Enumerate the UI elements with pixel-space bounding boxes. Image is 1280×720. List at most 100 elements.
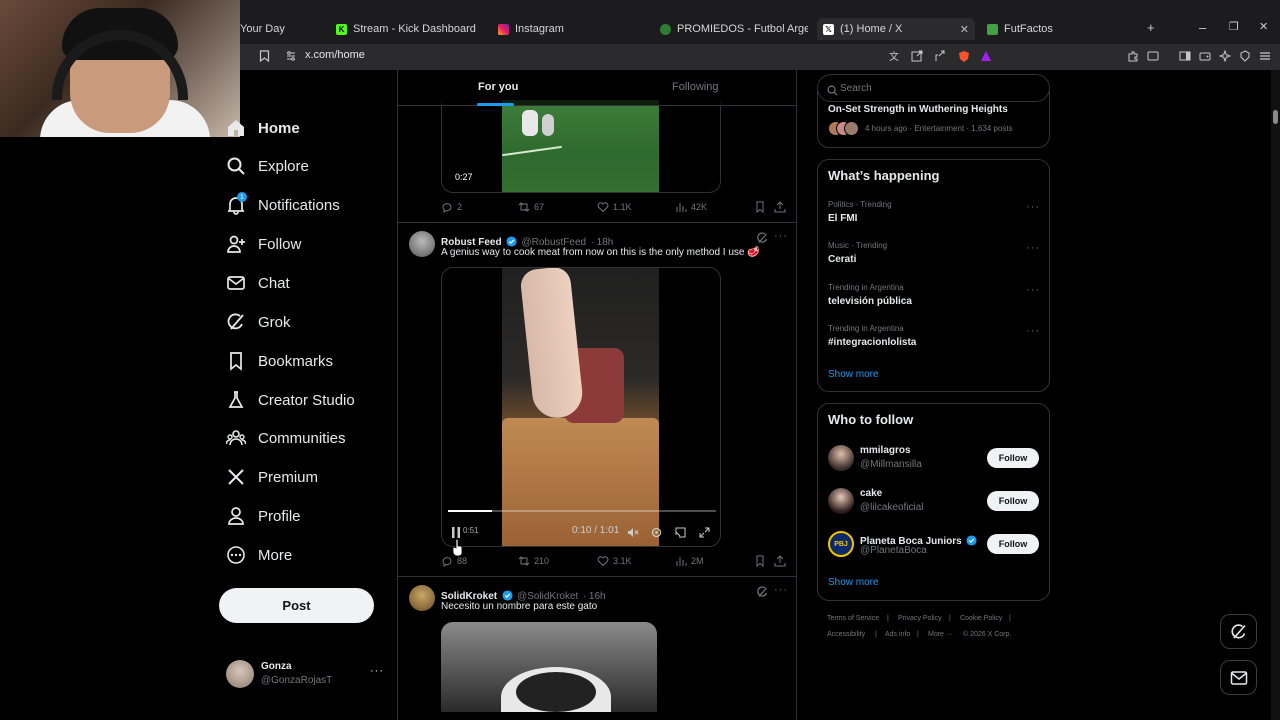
tweet-image[interactable] [441, 622, 657, 712]
nav-creator-studio[interactable]: Creator Studio [226, 387, 355, 413]
news-card[interactable] [817, 92, 1050, 148]
picture-in-picture-icon[interactable] [675, 525, 686, 543]
grok-fab-button[interactable] [1220, 614, 1257, 649]
post-button[interactable]: Post [219, 588, 374, 623]
account-switcher[interactable]: Gonza @GonzaRojasT ··· [226, 659, 386, 689]
tab-instagram[interactable]: Instagram [498, 18, 648, 40]
brave-shield-icon[interactable] [958, 50, 970, 66]
settings-icon[interactable] [651, 525, 662, 543]
nav-grok[interactable]: Grok [226, 309, 291, 335]
follow-button[interactable]: Follow [987, 448, 1039, 468]
section-title: Who to follow [828, 412, 914, 427]
footer-link-privacy[interactable]: Privacy Policy [898, 615, 942, 622]
footer-link-ads-info[interactable]: Ads info [885, 631, 910, 638]
suggested-user-handle[interactable]: @Millmansilla [860, 459, 922, 470]
show-more-trends-link[interactable]: Show more [828, 369, 879, 380]
extensions-icon[interactable] [1127, 50, 1139, 65]
trend-more-icon[interactable]: ··· [1026, 284, 1040, 296]
footer-link-more[interactable]: More ··· [928, 631, 953, 638]
share-icon[interactable] [934, 50, 946, 65]
bookmark-page-icon[interactable] [259, 50, 270, 65]
tweet-more-icon[interactable]: ··· [774, 230, 788, 242]
messages-fab-button[interactable] [1220, 660, 1257, 695]
nav-more[interactable]: More [226, 542, 292, 568]
scrollbar-thumb[interactable] [1273, 110, 1278, 124]
avatar[interactable] [409, 231, 435, 257]
nav-explore[interactable]: Explore [226, 153, 309, 179]
footer-link-terms[interactable]: Terms of Service [827, 615, 879, 622]
wallet-extension-icon[interactable] [1147, 50, 1159, 65]
views-button[interactable]: 42K [675, 201, 707, 213]
tab-following[interactable]: Following [672, 81, 718, 93]
avatar[interactable] [828, 445, 854, 471]
trend-more-icon[interactable]: ··· [1026, 325, 1040, 337]
page-scrollbar[interactable] [1271, 70, 1280, 720]
open-external-icon[interactable] [911, 50, 923, 65]
repost-button[interactable]: 67 [518, 201, 544, 213]
nav-chat[interactable]: Chat [226, 270, 290, 296]
trend-more-icon[interactable]: ··· [1026, 242, 1040, 254]
wallet-icon[interactable] [1199, 50, 1211, 65]
share-button[interactable] [774, 201, 790, 213]
trend-more-icon[interactable]: ··· [1026, 201, 1040, 213]
follow-button[interactable]: Follow [987, 491, 1039, 511]
restore-button[interactable]: ❐ [1229, 20, 1239, 33]
follow-button[interactable]: Follow [987, 534, 1039, 554]
account-menu-icon[interactable]: ··· [370, 665, 384, 677]
site-info-icon[interactable] [285, 50, 297, 65]
reply-button[interactable]: 88 [441, 555, 467, 567]
avatar[interactable] [828, 488, 854, 514]
video-progress-track[interactable] [448, 510, 716, 512]
avatar[interactable] [409, 585, 435, 611]
mute-icon[interactable] [627, 525, 639, 543]
field-line [502, 145, 562, 157]
tab-your-day[interactable]: Your Day [240, 18, 320, 40]
views-button[interactable]: 2M [675, 555, 704, 567]
footer-link-cookie[interactable]: Cookie Policy [960, 615, 1002, 622]
nav-bookmarks[interactable]: Bookmarks [226, 348, 333, 374]
bookmark-button[interactable] [754, 555, 770, 567]
suggested-user-name[interactable]: mmilagros [860, 445, 911, 456]
window-close-button[interactable]: ✕ [1259, 20, 1268, 33]
suggested-user-handle[interactable]: @PlanetaBoca [860, 545, 927, 556]
show-more-follow-link[interactable]: Show more [828, 577, 879, 588]
minimize-button[interactable]: – [1199, 20, 1206, 35]
tab-for-you[interactable]: For you [478, 81, 518, 93]
tab-promiedos[interactable]: PROMIEDOS - Futbol Argentino - Fú [660, 18, 808, 40]
repost-button[interactable]: 210 [518, 555, 549, 567]
flask-icon [226, 390, 246, 410]
brave-rewards-icon[interactable] [980, 50, 992, 65]
fullscreen-icon[interactable] [699, 525, 710, 543]
like-button[interactable]: 1.1K [597, 201, 632, 213]
suggested-user-name[interactable]: cake [860, 488, 882, 499]
tab-futfactos[interactable]: FutFactos [987, 18, 1137, 40]
nav-premium[interactable]: Premium [226, 464, 318, 490]
avatar[interactable]: PBJ [828, 531, 854, 557]
close-icon[interactable]: ✕ [960, 23, 969, 36]
browser-menu-icon[interactable] [1259, 50, 1271, 65]
grok-icon[interactable] [756, 585, 768, 603]
share-button[interactable] [774, 555, 790, 567]
nav-notifications[interactable]: 1 Notifications [226, 192, 340, 218]
suggested-user-handle[interactable]: @lilcakeoficial [860, 502, 924, 513]
tweet-more-icon[interactable]: ··· [774, 584, 788, 596]
footer-link-accessibility[interactable]: Accessibility [827, 631, 865, 638]
nav-profile[interactable]: Profile [226, 503, 301, 529]
nav-home[interactable]: Home [226, 115, 300, 141]
new-tab-button[interactable]: + [1147, 20, 1155, 35]
tab-kick-dashboard[interactable]: K Stream - Kick Dashboard [336, 18, 486, 40]
tab-x-home[interactable]: 𝕏 (1) Home / X ✕ [817, 18, 975, 40]
tweet-video[interactable]: 0:27 [441, 100, 721, 193]
leo-ai-icon[interactable] [1218, 49, 1232, 65]
nav-communities[interactable]: Communities [226, 425, 346, 451]
news-title[interactable]: On-Set Strength in Wuthering Heights [828, 104, 1008, 115]
sidebar-toggle-icon[interactable] [1179, 50, 1191, 65]
bookmark-button[interactable] [754, 201, 770, 213]
translate-icon[interactable]: 文 [889, 50, 901, 65]
nav-follow[interactable]: Follow [226, 231, 301, 257]
vpn-shield-icon[interactable] [1239, 50, 1251, 65]
url-field[interactable]: x.com/home [305, 49, 365, 61]
like-button[interactable]: 3.1K [597, 555, 632, 567]
tweet-video-player[interactable]: 0:51 0:10 / 1:01 [441, 267, 721, 547]
reply-button[interactable]: 2 [441, 201, 462, 213]
